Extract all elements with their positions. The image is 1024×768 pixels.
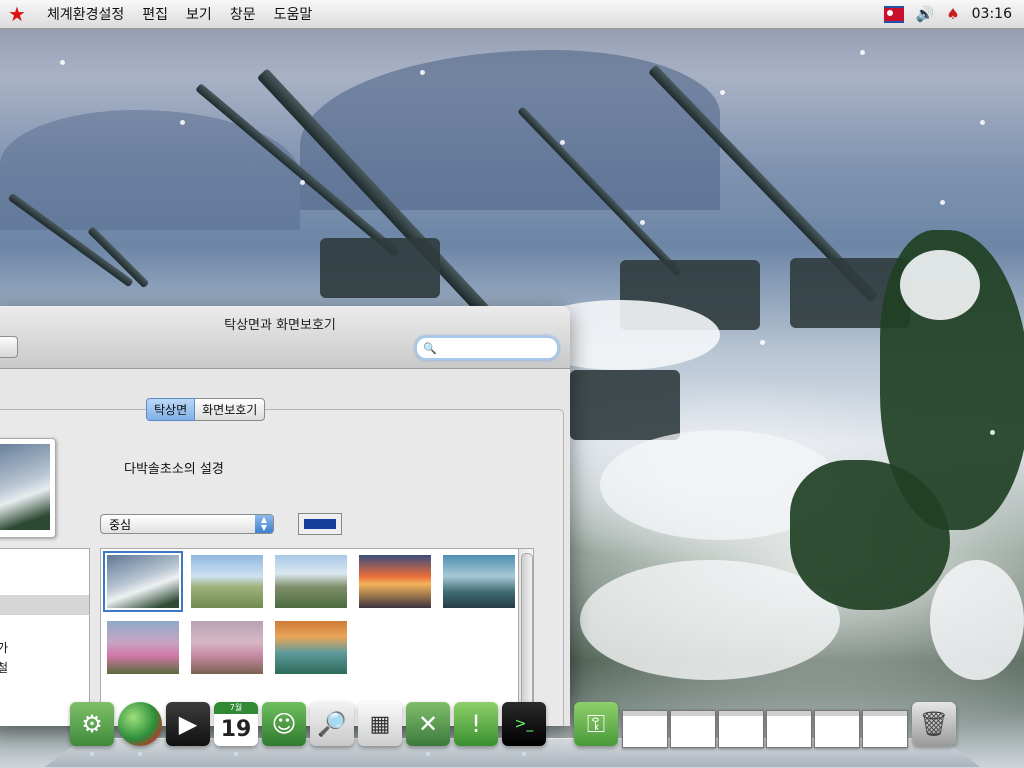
calendar-month: 7월 [214,702,258,714]
thumbnail-scrollbar[interactable] [518,548,534,726]
system-preferences-icon[interactable]: ⚙ [70,702,114,746]
snowflake [560,140,565,145]
running-indicator [234,752,238,756]
minimized-window[interactable] [718,710,764,748]
web-browser-icon[interactable] [118,702,162,746]
running-indicator [426,752,430,756]
position-popup[interactable]: 중심 ▲ ▼ [100,514,274,534]
wallpaper-thumbnail[interactable] [275,555,347,608]
video-player-icon[interactable]: ▶ [166,702,210,746]
current-wallpaper-preview[interactable] [0,438,56,538]
wallpaper-snow [900,250,980,320]
minimized-window[interactable] [670,710,716,748]
status-area: 🔊 ♠ 03:16 [883,5,1012,23]
menu-edit[interactable]: 편집 [133,0,177,28]
show-all-button[interactable] [0,336,18,358]
snowflake [760,340,765,345]
search-field[interactable]: 🔍 [415,336,559,360]
snowflake [940,200,945,205]
trash-icon[interactable]: 🗑 [912,702,956,746]
calculator-icon[interactable]: ▦ [358,702,402,746]
snowflake [60,60,65,65]
help-icon[interactable]: ! [454,702,498,746]
utilities-icon[interactable]: ✕ [406,702,450,746]
speaker-icon[interactable]: 🔊 [916,5,935,23]
wallpaper-thumbnail[interactable] [275,621,347,674]
wallpaper-thumbnail[interactable] [191,555,263,608]
menu-help[interactable]: 도움말 [265,0,322,28]
minimized-window[interactable] [862,710,908,748]
menu-view[interactable]: 보기 [177,0,221,28]
snowflake [180,120,185,125]
running-indicator [522,752,526,756]
running-indicator [138,752,142,756]
snowflake [860,50,865,55]
wallpaper-thumbnail[interactable] [107,621,179,674]
running-indicator [90,752,94,756]
source-list[interactable]: 가 철 [0,548,90,726]
menu-window[interactable]: 창문 [221,0,265,28]
wallpaper-thumbnail[interactable] [191,621,263,674]
tab-bar: 탁상면 화면보호기 [146,398,266,421]
menu-bar: ★ 체계환경설정 편집 보기 창문 도움말 🔊 ♠ 03:16 [0,0,1024,29]
tab-desktop[interactable]: 탁상면 [146,398,196,421]
address-book-icon[interactable]: ☺ [262,702,306,746]
snowflake [980,120,985,125]
search-input[interactable] [439,341,554,355]
snowflake [420,70,425,75]
dock: ⚙ ▶ 7월 19 ☺ 🔎 ▦ ✕ ! >_ ⚿ 🗑 [60,702,960,756]
color-well-swatch [304,519,336,529]
calendar-icon[interactable]: 7월 19 [214,702,258,746]
flag-icon[interactable] [883,5,904,23]
current-wallpaper-name: 다박솔초소의 설경 [124,462,224,477]
minimized-window[interactable] [814,710,860,748]
source-list-item[interactable]: 철 [0,659,8,676]
image-viewer-icon[interactable]: 🔎 [310,702,354,746]
menu-clock[interactable]: 03:16 [972,6,1012,22]
wallpaper-gun-base [320,238,440,298]
window-title: 탁상면과 화면보호기 [224,318,336,333]
calendar-day: 19 [214,714,258,746]
snowflake [640,220,645,225]
file-manager-icon[interactable]: ⚿ [574,702,618,746]
color-well[interactable] [298,513,342,535]
wallpaper-thumbnail[interactable] [103,551,183,612]
terminal-icon[interactable]: >_ [502,702,546,746]
wallpaper-thumbnail[interactable] [443,555,515,608]
wallpaper-thumbnail[interactable] [359,555,431,608]
scrollbar-knob[interactable] [521,553,533,725]
torch-icon[interactable]: ♠ [946,5,959,23]
wallpaper-thumbnail-grid [100,548,522,726]
snowflake [720,90,725,95]
minimized-window[interactable] [622,710,668,748]
desktop-screensaver-window: 탁상면과 화면보호기 🔍 탁상면 화면보호기 다박솔초소의 설경 중심 ▲ ▼ 가… [0,306,570,726]
snowflake [300,180,305,185]
wallpaper-gun-base [570,370,680,440]
search-icon: 🔍 [423,341,437,355]
source-list-item[interactable]: 가 [0,639,8,656]
red-star-icon[interactable]: ★ [6,3,28,25]
tab-screensaver[interactable]: 화면보호기 [195,398,266,421]
position-popup-value: 중심 [109,517,132,532]
source-list-selected-row[interactable] [0,595,89,615]
wallpaper-snow [930,560,1024,680]
snowflake [990,430,995,435]
preview-image [0,444,50,530]
window-titlebar[interactable]: 탁상면과 화면보호기 🔍 [0,306,570,369]
menu-system-preferences[interactable]: 체계환경설정 [38,0,133,28]
popup-arrows-icon: ▲ ▼ [255,515,273,533]
minimized-window[interactable] [766,710,812,748]
